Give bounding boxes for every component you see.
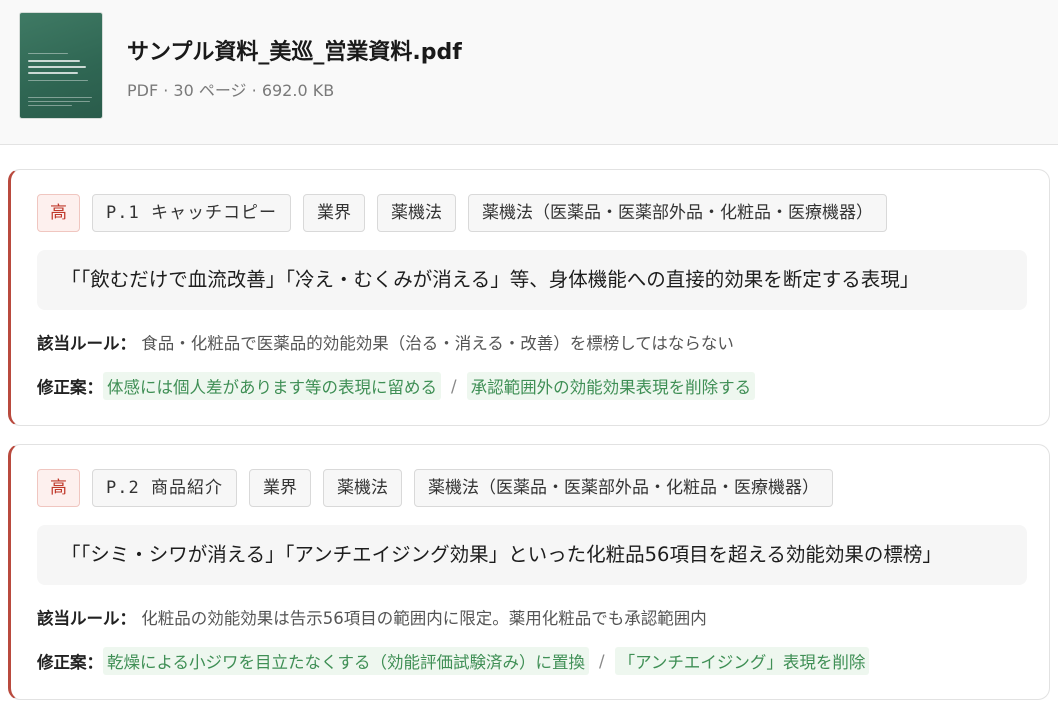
law-detail-tag: 薬機法（医薬品・医薬部外品・化粧品・医療機器） xyxy=(413,469,833,507)
fix-separator: / xyxy=(599,651,605,671)
fix-line: 修正案： 体感には個人差があります等の表現に留める / 承認範囲外の効能効果表現… xyxy=(37,372,756,400)
fix-suggestion[interactable]: 乾燥による小ジワを目立たなくする（効能評価試験済み）に置換 xyxy=(103,647,590,675)
fix-suggestion[interactable]: 体感には個人差があります等の表現に留める xyxy=(103,372,441,400)
law-detail-tag: 薬機法（医薬品・医薬部外品・化粧品・医療機器） xyxy=(467,194,887,232)
finding-card: 高 P.2 商品紹介 業界 薬機法 薬機法（医薬品・医薬部外品・化粧品・医療機器… xyxy=(8,444,1050,700)
finding-tags: 高 P.2 商品紹介 業界 薬機法 薬機法（医薬品・医薬部外品・化粧品・医療機器… xyxy=(37,469,833,507)
category-tag: 業界 xyxy=(302,194,365,232)
severity-badge: 高 xyxy=(37,194,80,232)
fix-suggestion[interactable]: 「アンチエイジング」表現を削除 xyxy=(614,647,870,675)
rule-line: 該当ルール： 化粧品の効能効果は告示56項目の範囲内に限定。薬用化粧品でも承認範… xyxy=(37,605,707,629)
fix-label: 修正案： xyxy=(37,378,103,397)
finding-card: 高 P.1 キャッチコピー 業界 薬機法 薬機法（医薬品・医薬部外品・化粧品・医… xyxy=(8,169,1050,426)
fix-line: 修正案： 乾燥による小ジワを目立たなくする（効能評価試験済み）に置換 / 「アン… xyxy=(37,647,870,675)
file-meta: PDF · 30 ページ · 692.0 KB xyxy=(127,81,335,100)
flagged-quote: 「「シミ・シワが消える」「アンチエイジング効果」といった化粧品56項目を超える効… xyxy=(37,525,1027,585)
flagged-quote: 「「飲むだけで血流改善」「冷え・むくみが消える」等、身体機能への直接的効果を断定… xyxy=(37,250,1027,310)
rule-label: 該当ルール： xyxy=(37,609,136,628)
file-header: サンプル資料_美巡_営業資料.pdf PDF · 30 ページ · 692.0 … xyxy=(0,0,1058,145)
page-tag[interactable]: P.1 キャッチコピー xyxy=(92,194,291,232)
pdf-thumbnail[interactable] xyxy=(19,12,103,119)
rule-label: 該当ルール： xyxy=(37,334,136,353)
rule-line: 該当ルール： 食品・化粧品で医薬品的効能効果（治る・消える・改善）を標榜してはな… xyxy=(37,330,734,354)
severity-badge: 高 xyxy=(37,469,80,507)
fix-separator: / xyxy=(451,376,457,396)
fix-label: 修正案： xyxy=(37,653,103,672)
finding-tags: 高 P.1 キャッチコピー 業界 薬機法 薬機法（医薬品・医薬部外品・化粧品・医… xyxy=(37,194,887,232)
fix-suggestion[interactable]: 承認範囲外の効能効果表現を削除する xyxy=(466,372,756,400)
page-tag[interactable]: P.2 商品紹介 xyxy=(92,469,237,507)
category-tag: 業界 xyxy=(248,469,311,507)
law-tag: 薬機法 xyxy=(322,469,402,507)
law-tag: 薬機法 xyxy=(376,194,456,232)
rule-text: 化粧品の効能効果は告示56項目の範囲内に限定。薬用化粧品でも承認範囲内 xyxy=(141,609,707,628)
rule-text: 食品・化粧品で医薬品的効能効果（治る・消える・改善）を標榜してはならない xyxy=(141,334,734,353)
file-name: サンプル資料_美巡_営業資料.pdf xyxy=(127,40,462,65)
